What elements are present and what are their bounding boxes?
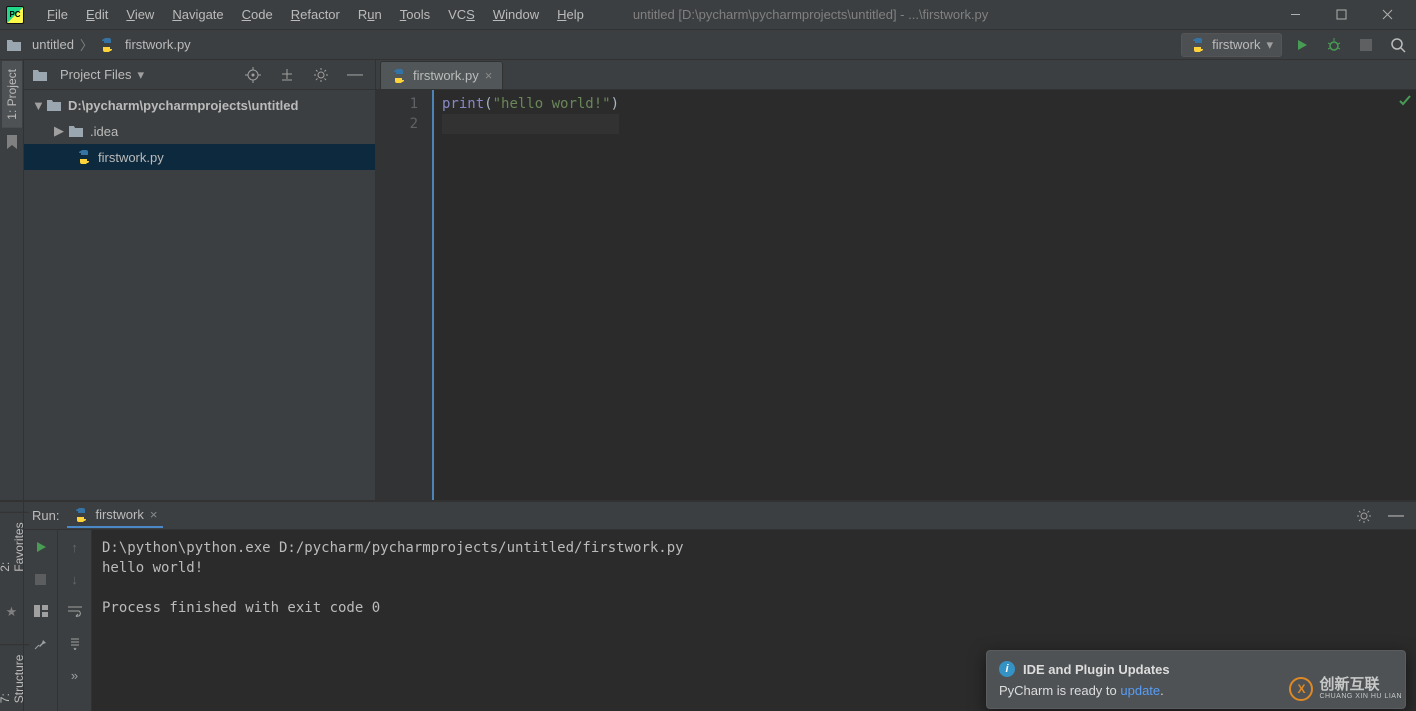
- menu-code[interactable]: Code: [233, 3, 282, 26]
- menu-edit[interactable]: Edit: [77, 3, 117, 26]
- down-arrow-icon[interactable]: ↓: [64, 568, 86, 590]
- tool-tab-favorites[interactable]: 2: Favorites: [0, 512, 29, 580]
- hide-panel-icon[interactable]: —: [1384, 504, 1408, 528]
- left-tool-stripe: 1: Project: [0, 60, 24, 500]
- menu-view[interactable]: View: [117, 3, 163, 26]
- run-controls-col1: [24, 530, 58, 711]
- editor-tabs: firstwork.py ×: [376, 60, 1416, 90]
- python-icon: [1190, 37, 1206, 53]
- breadcrumb-file[interactable]: firstwork.py: [99, 37, 191, 53]
- stop-button[interactable]: [30, 568, 52, 590]
- window-maximize[interactable]: [1318, 0, 1364, 30]
- folder-icon: [6, 38, 22, 52]
- scroll-to-end-icon[interactable]: [64, 632, 86, 654]
- notification-title: IDE and Plugin Updates: [1023, 662, 1170, 677]
- folder-icon: [68, 124, 84, 138]
- folder-icon: [46, 98, 62, 112]
- more-icon[interactable]: »: [64, 664, 86, 686]
- locate-icon[interactable]: [241, 63, 265, 87]
- breadcrumb-sep-icon: 〉: [80, 35, 93, 54]
- gear-icon[interactable]: [1352, 504, 1376, 528]
- star-icon: ★: [6, 604, 18, 620]
- soft-wrap-icon[interactable]: [64, 600, 86, 622]
- info-icon: i: [999, 661, 1015, 677]
- close-tab-icon[interactable]: ×: [485, 68, 493, 83]
- python-file-icon: [73, 507, 89, 523]
- editor-tab-firstwork[interactable]: firstwork.py ×: [380, 61, 503, 89]
- debug-button[interactable]: [1322, 33, 1346, 57]
- project-tree: ▼ D:\pycharm\pycharmprojects\untitled ▶ …: [24, 90, 375, 500]
- window-minimize[interactable]: [1272, 0, 1318, 30]
- line-number-gutter: 12: [376, 90, 434, 500]
- project-tool-window: Project Files ▾ —: [24, 60, 376, 500]
- menu-run[interactable]: Run: [349, 3, 391, 26]
- close-tab-icon[interactable]: ×: [150, 507, 158, 522]
- tool-tab-project[interactable]: 1: Project: [2, 60, 22, 128]
- app-icon: PC: [6, 6, 24, 24]
- python-file-icon: [391, 68, 407, 84]
- menu-tools[interactable]: Tools: [391, 3, 439, 26]
- run-panel-header: Run: firstwork × —: [24, 502, 1416, 530]
- project-view-selector[interactable]: Project Files ▾: [32, 67, 144, 83]
- expand-arrow-right-icon[interactable]: ▶: [54, 123, 64, 139]
- code-lines[interactable]: print("hello world!"): [434, 90, 627, 500]
- run-button[interactable]: [1290, 33, 1314, 57]
- layout-icon[interactable]: [30, 600, 52, 622]
- stop-button[interactable]: [1354, 33, 1378, 57]
- inspection-ok-icon: [1398, 94, 1412, 108]
- breadcrumb: untitled 〉 firstwork.py: [6, 35, 191, 54]
- tree-root[interactable]: ▼ D:\pycharm\pycharmprojects\untitled: [24, 92, 375, 118]
- run-title: Run:: [32, 508, 59, 523]
- notification-body: PyCharm is ready to update.: [999, 683, 1393, 698]
- chevron-down-icon: ▾: [1266, 37, 1273, 53]
- gear-icon[interactable]: [309, 63, 333, 87]
- notification-link[interactable]: update: [1120, 683, 1160, 698]
- menu-navigate[interactable]: Navigate: [163, 3, 232, 26]
- code-area[interactable]: 12 print("hello world!"): [376, 90, 1416, 500]
- menu-vcs[interactable]: VCS: [439, 3, 484, 26]
- rerun-button[interactable]: [30, 536, 52, 558]
- notification-popup[interactable]: i IDE and Plugin Updates PyCharm is read…: [986, 650, 1406, 709]
- navigation-bar: untitled 〉 firstwork.py firstwork ▾: [0, 30, 1416, 60]
- python-file-icon: [76, 149, 92, 165]
- folder-icon: [32, 68, 48, 82]
- menu-window[interactable]: Window: [484, 3, 548, 26]
- tool-tab-structure[interactable]: 7: Structure: [0, 644, 29, 711]
- chevron-down-icon: ▾: [138, 67, 145, 83]
- project-panel-header: Project Files ▾ —: [24, 60, 375, 90]
- menu-help[interactable]: Help: [548, 3, 593, 26]
- collapse-all-icon[interactable]: [275, 63, 299, 87]
- tree-idea-folder[interactable]: ▶ .idea: [24, 118, 375, 144]
- editor: firstwork.py × 12 print("hello world!"): [376, 60, 1416, 500]
- run-controls-col2: ↑ ↓ »: [58, 530, 92, 711]
- up-arrow-icon[interactable]: ↑: [64, 536, 86, 558]
- window-close[interactable]: [1364, 0, 1410, 30]
- menu-refactor[interactable]: Refactor: [282, 3, 349, 26]
- bookmark-icon[interactable]: [5, 134, 19, 150]
- expand-arrow-down-icon[interactable]: ▼: [32, 98, 42, 113]
- breadcrumb-root[interactable]: untitled: [6, 37, 74, 52]
- tree-file-firstwork[interactable]: firstwork.py: [24, 144, 375, 170]
- window-title: untitled [D:\pycharm\pycharmprojects\unt…: [593, 7, 1272, 22]
- run-config-selector[interactable]: firstwork ▾: [1181, 33, 1282, 57]
- menu-bar: PC File Edit View Navigate Code Refactor…: [0, 0, 1416, 30]
- pin-icon[interactable]: [30, 632, 52, 654]
- search-everywhere-button[interactable]: [1386, 33, 1410, 57]
- left-tool-stripe-lower: 2: Favorites ★ 7: Structure: [0, 502, 24, 711]
- hide-panel-icon[interactable]: —: [343, 63, 367, 87]
- python-file-icon: [99, 37, 115, 53]
- run-tab-firstwork[interactable]: firstwork ×: [67, 504, 163, 528]
- menu-file[interactable]: File: [38, 3, 77, 26]
